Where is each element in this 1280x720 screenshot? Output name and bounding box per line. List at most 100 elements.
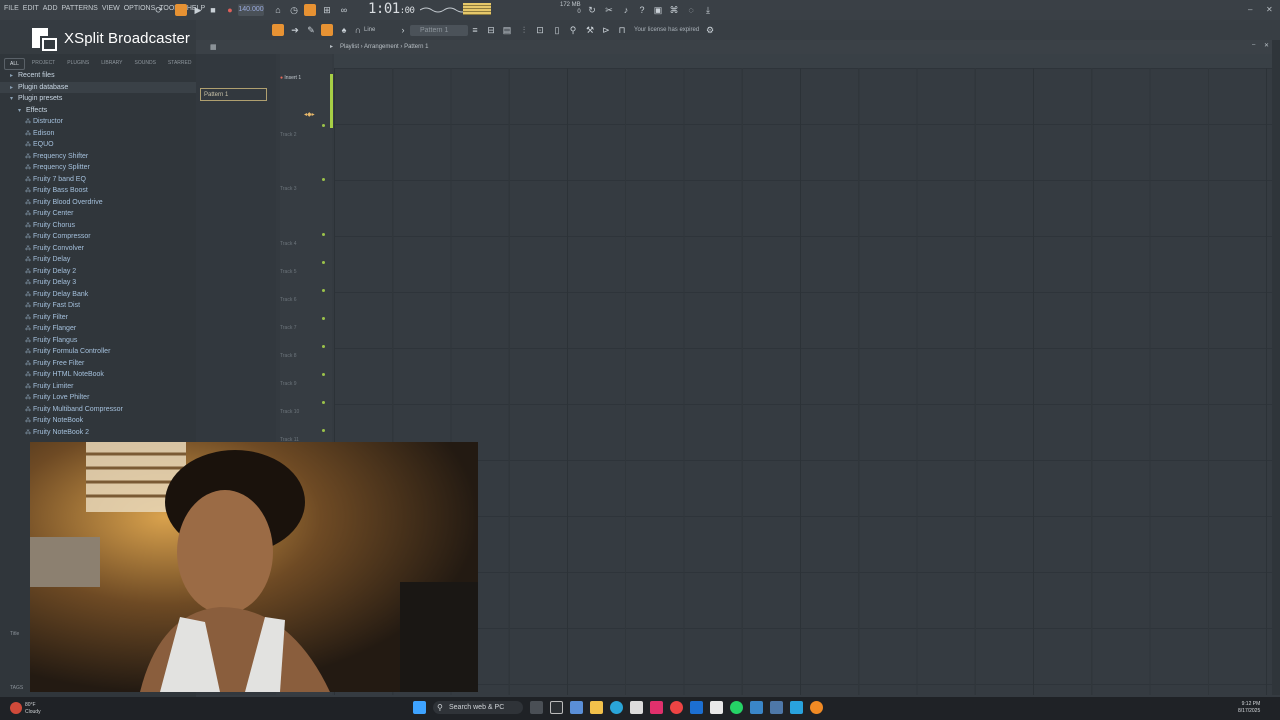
weather-icon[interactable] bbox=[10, 702, 22, 714]
weather-widget[interactable]: 80°F Cloudy bbox=[25, 702, 41, 716]
menu-edit[interactable]: EDIT bbox=[23, 5, 39, 12]
effect-item[interactable]: ⁂ Fruity Flanger bbox=[0, 323, 196, 335]
windows-start-icon[interactable] bbox=[413, 701, 426, 714]
instagram-icon[interactable] bbox=[650, 701, 663, 714]
effect-item[interactable]: ⁂ EQUO bbox=[0, 139, 196, 151]
store-icon[interactable] bbox=[630, 701, 643, 714]
track-label[interactable]: Track 5 bbox=[280, 269, 296, 275]
track-enable-dot[interactable] bbox=[322, 233, 325, 236]
folder-plugin-presets[interactable]: ▾ Plugin presets bbox=[0, 93, 196, 105]
whatsapp-icon[interactable] bbox=[730, 701, 743, 714]
effect-item[interactable]: ⁂ Fruity Chorus bbox=[0, 220, 196, 232]
playhead[interactable] bbox=[330, 74, 333, 128]
brush-icon[interactable]: ♠ bbox=[338, 24, 350, 36]
plug-icon[interactable]: ⚲ bbox=[567, 24, 579, 36]
effect-item[interactable]: ⁂ Fruity Center bbox=[0, 208, 196, 220]
chrome-icon[interactable] bbox=[670, 701, 683, 714]
help-icon[interactable]: ? bbox=[636, 4, 648, 16]
track-label[interactable]: Track 9 bbox=[280, 381, 296, 387]
magnet-icon[interactable]: ∩ bbox=[352, 24, 364, 36]
effect-item[interactable]: ⁂ Fruity Blood Overdrive bbox=[0, 197, 196, 209]
cut-icon[interactable]: ✂ bbox=[603, 4, 615, 16]
cart-icon[interactable]: ⊳ bbox=[600, 24, 612, 36]
store-icon[interactable]: ⊓ bbox=[616, 24, 628, 36]
blend-icon[interactable]: ∞ bbox=[338, 4, 350, 16]
pattern-selector[interactable]: Pattern 1 bbox=[410, 25, 468, 36]
track-label[interactable]: Track 4 bbox=[280, 241, 296, 247]
effect-item[interactable]: ⁂ Fruity Limiter bbox=[0, 381, 196, 393]
minimize-icon[interactable]: – bbox=[1248, 5, 1252, 14]
refresh-icon[interactable]: ↻ bbox=[586, 4, 598, 16]
effect-item[interactable]: ⁂ Frequency Splitter bbox=[0, 162, 196, 174]
menu-file[interactable]: FILE bbox=[4, 5, 19, 12]
edge-icon[interactable] bbox=[610, 701, 623, 714]
effect-item[interactable]: ⁂ Fruity Convolver bbox=[0, 243, 196, 255]
close-icon[interactable]: ✕ bbox=[1266, 5, 1273, 14]
download-icon[interactable]: ⤓ bbox=[702, 4, 714, 16]
effect-item[interactable]: ⁂ Fruity NoteBook 2 bbox=[0, 427, 196, 439]
menu-view[interactable]: VIEW bbox=[102, 5, 120, 12]
track-enable-dot[interactable] bbox=[322, 289, 325, 292]
xbox-icon[interactable] bbox=[570, 701, 583, 714]
pencil-icon[interactable]: ✎ bbox=[305, 24, 317, 36]
wait-record-icon[interactable]: ◷ bbox=[288, 4, 300, 16]
effect-item[interactable]: ⁂ Fruity Delay 2 bbox=[0, 266, 196, 278]
task-view-icon[interactable] bbox=[530, 701, 543, 714]
minimize-icon[interactable]: – bbox=[1252, 42, 1255, 48]
draw-mode-toggle[interactable] bbox=[321, 24, 333, 36]
effect-item[interactable]: ⁂ Fruity Love Philter bbox=[0, 392, 196, 404]
record-icon[interactable]: ● bbox=[224, 4, 236, 16]
effect-item[interactable]: ⁂ Fruity Delay Bank bbox=[0, 289, 196, 301]
effect-item[interactable]: ⁂ Fruity 7 band EQ bbox=[0, 174, 196, 186]
piano-icon[interactable]: ▦ bbox=[210, 43, 217, 51]
effect-item[interactable]: ⁂ Fruity Formula Controller bbox=[0, 346, 196, 358]
track-enable-dot[interactable] bbox=[322, 178, 325, 181]
track-enable-dot[interactable] bbox=[322, 261, 325, 264]
tab-all[interactable]: ALL bbox=[4, 58, 25, 70]
effect-item[interactable]: ⁂ Fruity Delay bbox=[0, 254, 196, 266]
menu-patterns[interactable]: PATTERNS bbox=[62, 5, 98, 12]
tab-project[interactable]: PROJECT bbox=[27, 58, 60, 70]
effect-item[interactable]: ⁂ Fruity Bass Boost bbox=[0, 185, 196, 197]
effect-item[interactable]: ⁂ Fruity Free Filter bbox=[0, 358, 196, 370]
play-icon[interactable]: ▶ bbox=[192, 4, 204, 16]
track-label[interactable]: Track 10 bbox=[280, 409, 299, 415]
pattern-song-toggle[interactable] bbox=[175, 4, 187, 16]
chevron-right-icon[interactable]: › bbox=[397, 24, 409, 36]
terminal-icon[interactable] bbox=[770, 701, 783, 714]
tab-sounds[interactable]: SOUNDS bbox=[130, 58, 161, 70]
menu-options[interactable]: OPTIONS bbox=[124, 5, 156, 12]
effect-item[interactable]: ⁂ Fruity NoteBook bbox=[0, 415, 196, 427]
menu-add[interactable]: ADD bbox=[43, 5, 58, 12]
piano-roll-icon[interactable]: ≡ bbox=[469, 24, 481, 36]
track-label[interactable]: Track 2 bbox=[280, 132, 296, 138]
tab-starred[interactable]: STARRED bbox=[163, 58, 197, 70]
outlook-icon[interactable] bbox=[690, 701, 703, 714]
taskbar-clock[interactable]: 9:12 PM 8/17/2025 bbox=[1238, 701, 1260, 715]
track-label[interactable]: Track 7 bbox=[280, 325, 296, 331]
notepad-icon[interactable] bbox=[790, 701, 803, 714]
file-explorer-icon[interactable] bbox=[590, 701, 603, 714]
license-notice[interactable]: Your license has expired bbox=[634, 27, 699, 33]
plugin-icon[interactable]: ⌘ bbox=[668, 4, 680, 16]
timeline-ruler[interactable] bbox=[334, 54, 1272, 68]
play-pattern-icon[interactable]: ▸ bbox=[330, 43, 333, 50]
channel-rack-icon[interactable]: ▤ bbox=[501, 24, 513, 36]
track-enable-dot[interactable] bbox=[322, 345, 325, 348]
snap-selector[interactable]: Line bbox=[364, 27, 375, 33]
effect-item[interactable]: ⁂ Fruity Flangus bbox=[0, 335, 196, 347]
track-enable-dot[interactable] bbox=[322, 429, 325, 432]
metronome-icon[interactable]: ⌂ bbox=[272, 4, 284, 16]
effect-item[interactable]: ⁂ Edison bbox=[0, 128, 196, 140]
playlist-toggle[interactable] bbox=[272, 24, 284, 36]
tab-plugins[interactable]: PLUGINS bbox=[62, 58, 94, 70]
track-label[interactable]: Track 6 bbox=[280, 297, 296, 303]
folder-recent-files[interactable]: ▸ Recent files bbox=[0, 70, 196, 82]
track-mute-icon[interactable]: ◂◆▸ bbox=[304, 111, 315, 118]
taskbar-search[interactable]: ⚲ Search web & PC bbox=[433, 701, 523, 714]
pattern-item[interactable]: Pattern 1 bbox=[200, 88, 267, 101]
wrench-icon[interactable]: ⚒ bbox=[584, 24, 596, 36]
track-enable-dot[interactable] bbox=[322, 373, 325, 376]
effect-item[interactable]: ⁂ Distructor bbox=[0, 116, 196, 128]
track-enable-dot[interactable] bbox=[322, 124, 325, 127]
